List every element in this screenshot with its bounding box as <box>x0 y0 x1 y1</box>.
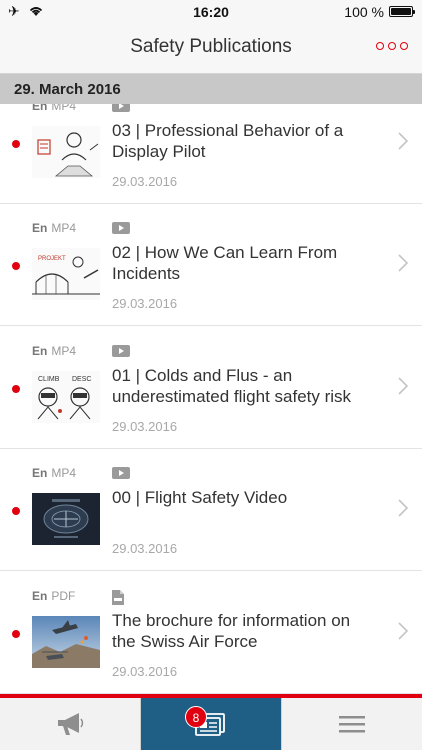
item-format: MP4 <box>51 466 77 480</box>
item-title: 03 | Professional Behavior of a Display … <box>112 121 344 161</box>
item-format: PDF <box>51 589 76 603</box>
pdf-document-icon <box>112 590 124 605</box>
tab-publications[interactable]: 8 <box>141 698 281 750</box>
item-title: 01 | Colds and Flus - an underestimated … <box>112 366 352 406</box>
item-thumbnail <box>32 493 100 545</box>
status-bar: ✈ 16:20 100 % <box>0 0 422 22</box>
hamburger-menu-icon <box>339 716 365 733</box>
tab-bar: 8 <box>0 698 422 750</box>
section-header: 29. March 2016 <box>0 74 422 104</box>
item-thumbnail: CLIMB DESC <box>32 371 100 423</box>
item-meta: En MP4 <box>32 344 76 358</box>
more-dot-icon <box>388 42 396 50</box>
more-dot-icon <box>400 42 408 50</box>
item-date: 29.03.2016 <box>112 296 178 311</box>
video-icon <box>112 345 130 357</box>
unread-indicator <box>12 630 20 638</box>
item-language: En <box>32 344 48 358</box>
item-thumbnail <box>32 126 100 178</box>
item-date: 29.03.2016 <box>112 419 178 434</box>
item-thumbnail: PROJEKT <box>32 248 100 300</box>
chevron-right-icon <box>398 499 408 517</box>
battery-icon <box>389 6 415 17</box>
tab-announcements[interactable] <box>0 698 141 750</box>
item-date: 29.03.2016 <box>112 664 178 679</box>
item-date: 29.03.2016 <box>112 541 178 556</box>
item-meta: En PDF <box>32 589 75 603</box>
item-language: En <box>32 589 48 603</box>
item-title: 00 | Flight Safety Video <box>112 488 288 507</box>
more-options-button[interactable] <box>376 42 408 50</box>
item-meta: En MP4 <box>32 466 76 480</box>
more-dot-icon <box>376 42 384 50</box>
page-title: Safety Publications <box>130 36 292 57</box>
unread-indicator <box>12 262 20 270</box>
publication-list[interactable]: En MP4 03 | Professional Behavior of a Di… <box>0 82 422 694</box>
section-date: 29. March 2016 <box>14 81 121 98</box>
item-title: 02 | How We Can Learn From Incidents <box>112 243 338 283</box>
megaphone-icon <box>58 713 84 735</box>
chevron-right-icon <box>398 132 408 150</box>
video-icon <box>112 222 130 234</box>
battery-percentage: 100 % <box>344 4 384 20</box>
unread-indicator <box>12 385 20 393</box>
unread-indicator <box>12 140 20 148</box>
list-item[interactable]: En MP4 PROJEKT 02 | How We Can Learn From… <box>0 204 422 326</box>
item-thumbnail <box>32 616 100 668</box>
item-title: The brochure for information on the Swis… <box>112 611 351 651</box>
chevron-right-icon <box>398 254 408 272</box>
list-item[interactable]: En MP4 00 | Flight Safety Video 29.03.201… <box>0 449 422 571</box>
item-format: MP4 <box>51 344 77 358</box>
navigation-bar: Safety Publications <box>0 22 422 74</box>
notification-badge: 8 <box>185 706 207 728</box>
list-item[interactable]: En PDF The brochure for information on t… <box>0 572 422 694</box>
svg-text:CLIMB: CLIMB <box>38 376 60 383</box>
tab-menu[interactable] <box>281 698 422 750</box>
item-date: 29.03.2016 <box>112 174 178 189</box>
svg-text:DESC: DESC <box>72 376 91 383</box>
list-item[interactable]: En MP4 CLIMB DESC 01 | Colds and Flus - a… <box>0 327 422 449</box>
unread-indicator <box>12 507 20 515</box>
chevron-right-icon <box>398 377 408 395</box>
video-icon <box>112 467 130 479</box>
item-meta: En MP4 <box>32 221 76 235</box>
chevron-right-icon <box>398 622 408 640</box>
item-language: En <box>32 221 48 235</box>
item-format: MP4 <box>51 221 77 235</box>
svg-text:PROJEKT: PROJEKT <box>38 256 66 262</box>
item-language: En <box>32 466 48 480</box>
